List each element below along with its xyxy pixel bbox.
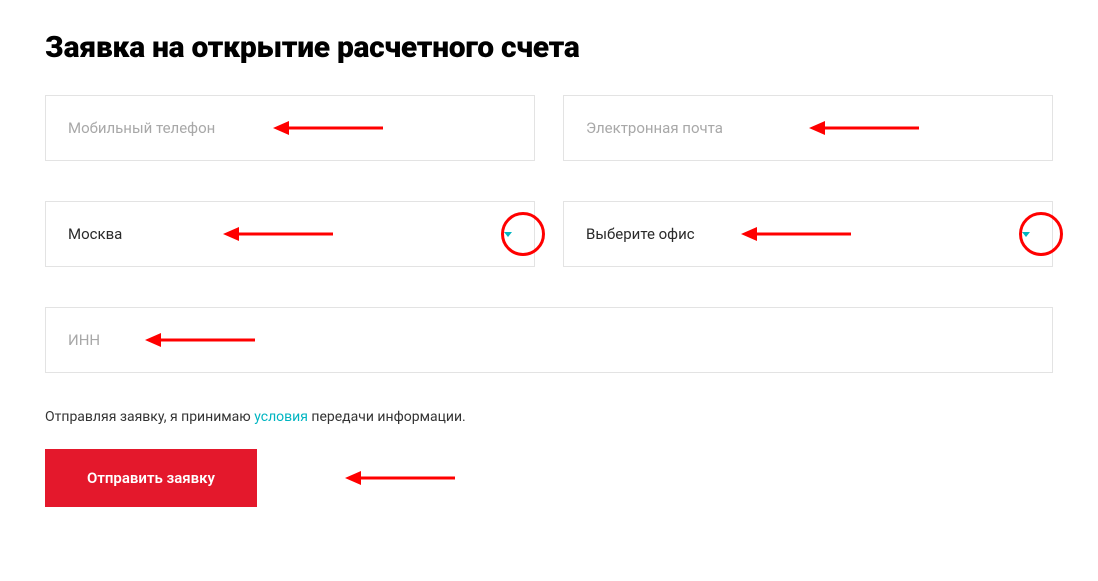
city-select-value: Москва (68, 225, 122, 243)
consent-suffix: передачи информации. (308, 409, 466, 425)
phone-field-wrap (45, 95, 535, 161)
page-title: Заявка на открытие расчетного счета (45, 30, 1053, 65)
form-row-1 (45, 95, 1053, 161)
phone-input[interactable] (45, 95, 535, 161)
submit-button[interactable]: Отправить заявку (45, 449, 257, 507)
email-field-wrap (563, 95, 1053, 161)
inn-field-wrap (45, 307, 1053, 373)
consent-prefix: Отправляя заявку, я принимаю (45, 409, 254, 425)
office-select[interactable]: Выберите офис (563, 201, 1053, 267)
consent-link[interactable]: условия (254, 409, 308, 425)
inn-input[interactable] (45, 307, 1053, 373)
office-select-value: Выберите офис (586, 225, 695, 243)
form-container: Москва Выберите офис (45, 95, 1053, 373)
submit-row: Отправить заявку (45, 449, 1053, 507)
form-row-2: Москва Выберите офис (45, 201, 1053, 267)
city-field-wrap: Москва (45, 201, 535, 267)
consent-text: Отправляя заявку, я принимаю условия пер… (45, 409, 1053, 425)
office-field-wrap: Выберите офис (563, 201, 1053, 267)
form-row-3 (45, 307, 1053, 373)
chevron-down-icon (1022, 232, 1030, 237)
email-input[interactable] (563, 95, 1053, 161)
city-select[interactable]: Москва (45, 201, 535, 267)
annotation-arrow-icon (345, 468, 460, 488)
chevron-down-icon (504, 232, 512, 237)
